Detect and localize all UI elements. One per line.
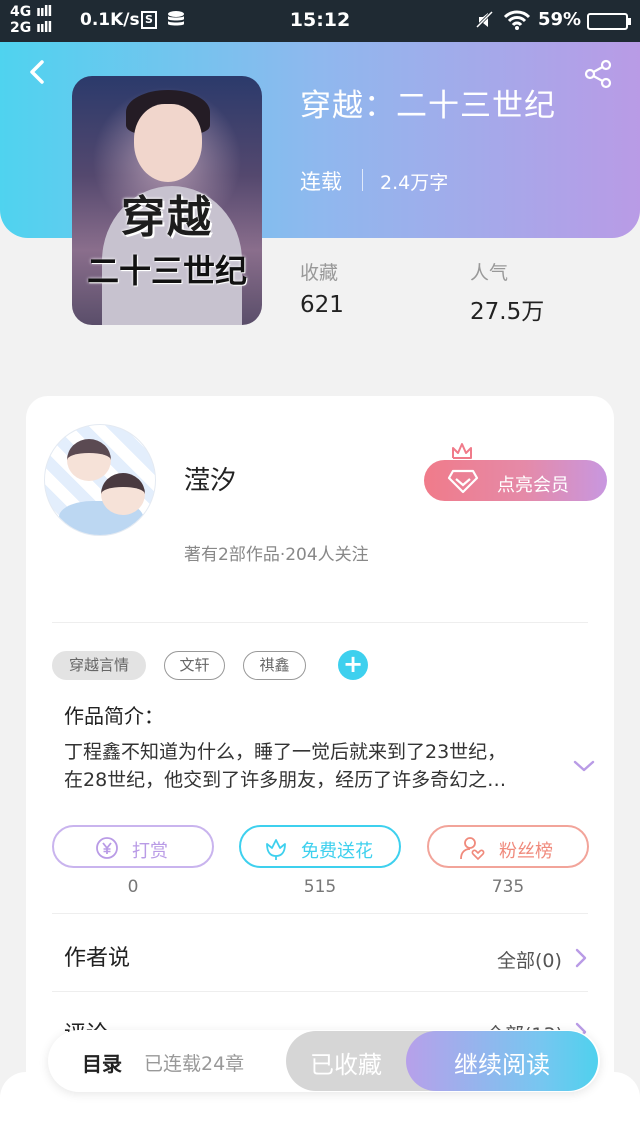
fan-rank-label: 粉丝榜 [499,841,553,862]
battery-icon [587,13,631,30]
book-title: 穿越：二十三世纪 [300,88,556,124]
flower-count: 515 [303,877,337,897]
mute-icon [476,11,494,29]
add-tag-button[interactable]: + [338,650,368,680]
intro-title: 作品简介： [64,704,164,728]
book-cover[interactable]: 穿越 二十三世纪 [72,76,262,325]
send-flower-label: 免费送花 [301,841,373,862]
divider [52,622,588,623]
vip-button-label: 点亮会员 [497,475,569,496]
status-bar: 4G ııll 2G ııll 0.1K/s S 15:12 59% [0,0,640,42]
send-flower-button[interactable]: 免费送花 [239,825,401,868]
avatar-figure-head [67,439,111,481]
flower-icon [266,839,286,860]
cover-figure-face [134,104,202,182]
continue-reading-label: 继续阅读 [454,1051,550,1079]
chevron-down-icon[interactable] [572,756,596,776]
back-icon[interactable] [24,58,52,86]
book-status: 连载 [300,170,342,194]
divider [52,913,588,914]
yen-icon [96,837,118,859]
stat-label-popularity: 人气 [470,262,509,284]
tag-item[interactable]: 文轩 [164,651,225,680]
reward-label: 打赏 [132,841,168,862]
continue-reading-button[interactable]: 继续阅读 [406,1031,598,1091]
diamond-icon [447,469,479,494]
chevron-right-icon[interactable] [574,947,588,969]
stat-label-favorites: 收藏 [300,262,339,284]
divider [52,991,588,992]
fan-rank-button[interactable]: 粉丝榜 [427,825,589,868]
toc-chapter-info[interactable]: 已连载24章 [144,1049,244,1076]
user-heart-icon [460,837,485,861]
author-info: 著有2部作品·204人关注 [184,545,369,565]
fan-rank-count: 735 [491,877,525,897]
reward-count: 0 [127,877,139,897]
author-avatar[interactable] [44,424,156,536]
author-notes-all[interactable]: 全部(0) [497,946,562,973]
intro-line: 在28世纪，他交到了许多朋友，经历了许多奇幻之… [64,769,507,791]
intro-text: 丁程鑫不知道为什么，睡了一觉后就来到了23世纪， 在28世纪，他交到了许多朋友，… [64,738,554,794]
stat-value-popularity: 27.5万 [470,299,545,325]
battery-percent: 59% [538,9,582,30]
wifi-icon [503,10,531,30]
tag-item[interactable]: 祺鑫 [243,651,306,680]
stat-value-favorites: 621 [300,292,344,318]
word-count: 2.4万字 [380,172,449,194]
avatar-figure-head-2 [101,473,145,515]
reward-button[interactable]: 打赏 [52,825,214,868]
tag-item[interactable]: 穿越言情 [52,651,146,680]
crown-icon [452,443,472,459]
collected-label: 已收藏 [310,1051,382,1079]
toc-button[interactable]: 目录 [82,1048,122,1077]
author-notes-title[interactable]: 作者说 [64,940,130,972]
cover-title-line1: 穿越 [121,192,213,243]
share-icon[interactable] [582,58,614,90]
meta-divider [362,169,363,191]
plus-icon: + [342,650,364,678]
intro-line: 丁程鑫不知道为什么，睡了一觉后就来到了23世纪， [64,741,507,763]
author-name[interactable]: 滢汐 [184,460,236,497]
cover-title-line2: 二十三世纪 [86,252,247,290]
